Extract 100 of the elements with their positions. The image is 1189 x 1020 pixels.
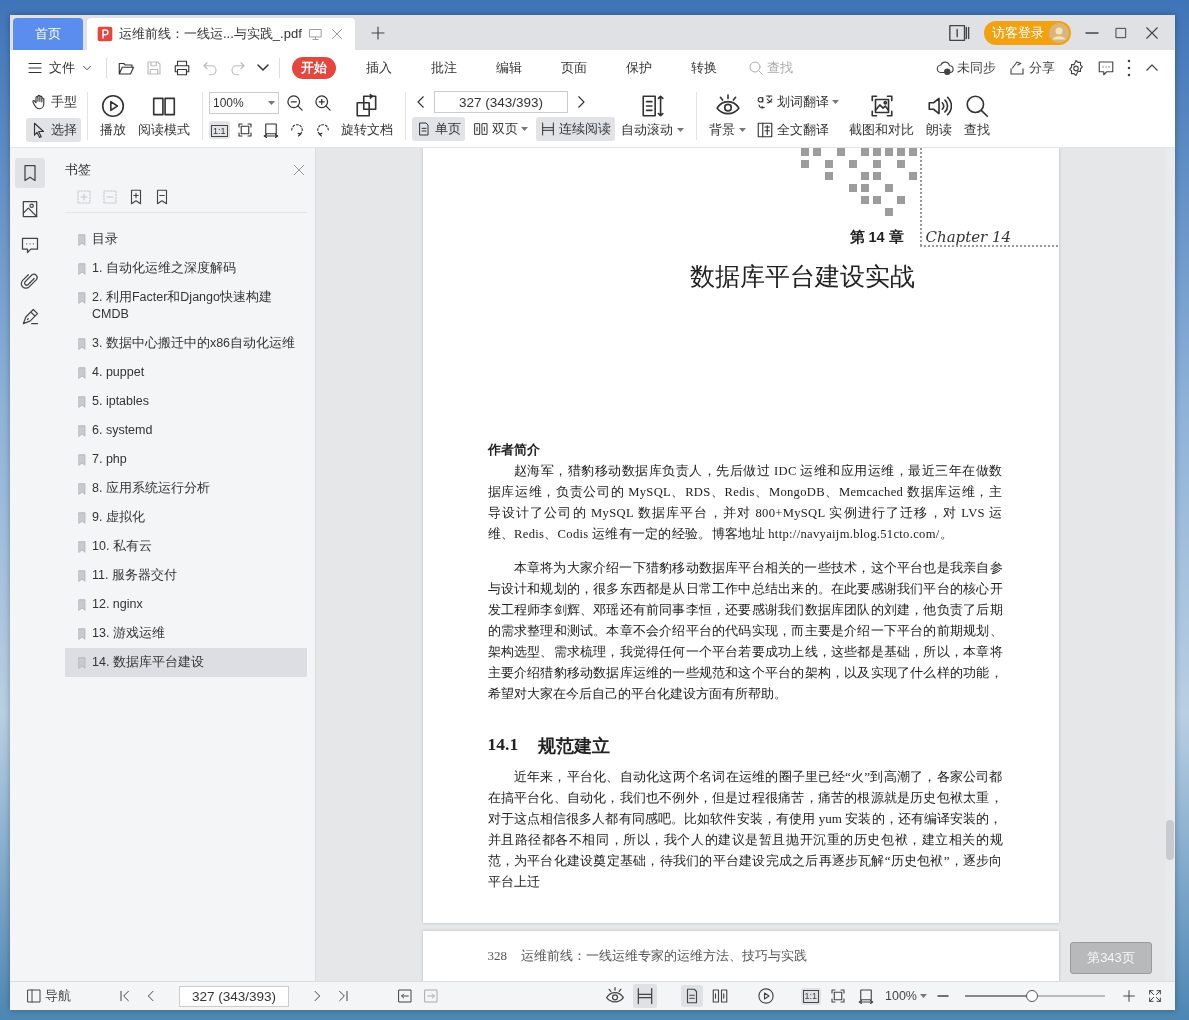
ribbon-tab[interactable]: 页面	[552, 56, 596, 79]
bookmark-icon	[75, 261, 89, 277]
scrollbar-thumb[interactable]	[1166, 820, 1174, 860]
bookmark-item[interactable]: 4. puppet	[65, 358, 307, 387]
close-panel-button[interactable]	[291, 162, 307, 178]
bookmark-icon	[75, 481, 89, 497]
single-page-button[interactable]	[680, 985, 703, 1007]
actual-size-button[interactable]: 1:1	[800, 987, 821, 1005]
bookmark-item[interactable]: 12. nginx	[65, 590, 307, 619]
double-page-button[interactable]: 双页	[469, 117, 532, 141]
continuous-reading-button[interactable]	[632, 984, 657, 1008]
bookmark-icon	[75, 452, 89, 468]
continuous-reading-button[interactable]: 连续阅读	[536, 117, 615, 141]
play-icon	[100, 93, 126, 119]
play-icon	[756, 987, 775, 1005]
back-button[interactable]	[395, 986, 415, 1006]
slider-thumb[interactable]	[1026, 990, 1039, 1002]
full-translate-button[interactable]: 全文翻译	[752, 118, 843, 142]
zoom-dropdown[interactable]: 100%	[883, 987, 929, 1005]
bookmark-item[interactable]: 9. 虚拟化	[65, 503, 307, 532]
find-button[interactable]: 查找	[958, 91, 996, 141]
fit-width-icon	[857, 987, 875, 1005]
sync-button[interactable]: 未同步	[936, 58, 996, 77]
bookmark-item[interactable]: 6. systemd	[65, 416, 307, 445]
bookmark-item[interactable]: 7. php	[65, 445, 307, 474]
ribbon-tab[interactable]: 编辑	[487, 56, 531, 79]
screenshot-icon	[868, 93, 895, 119]
more-icon	[1127, 58, 1131, 77]
background-button[interactable]: 背景	[703, 91, 752, 141]
read-aloud-button[interactable]: 朗读	[920, 91, 958, 141]
paperclip-icon	[20, 271, 40, 291]
select-tool-button[interactable]: 选择	[26, 118, 81, 142]
page-number-field[interactable]: 327 (343/393)	[434, 91, 568, 113]
screenshot-compare-button[interactable]: 截图和对比	[843, 91, 920, 141]
more-button[interactable]	[1127, 58, 1131, 77]
ribbon-tab[interactable]: 开始	[292, 56, 336, 79]
minus-icon	[937, 995, 949, 997]
subheading: 作者简介	[487, 441, 541, 459]
single-page-icon	[416, 121, 432, 137]
auto-scroll-button[interactable]: 自动滚动	[615, 91, 690, 141]
bookmark-icon	[75, 336, 89, 352]
bookmarks-button[interactable]	[15, 158, 45, 188]
word-translate-button[interactable]: 划词翻译	[752, 90, 843, 114]
bookmark-item[interactable]: 11. 服务器交付	[65, 561, 307, 590]
file-menu[interactable]: 文件	[22, 58, 98, 77]
panel-title: 书签	[65, 161, 91, 179]
zoom-out-icon	[285, 93, 305, 113]
print-icon	[173, 58, 191, 77]
bookmark-item[interactable]: 1. 自动化运维之深度解码	[65, 254, 307, 283]
bookmark-item[interactable]: 3. 数据中心搬迁中的x86自动化运维	[65, 329, 307, 358]
full-translate-icon	[756, 121, 774, 139]
pen-icon	[20, 307, 40, 327]
ribbon-tab[interactable]: 保护	[617, 56, 661, 79]
bookmark-item[interactable]: 8. 应用系统运行分析	[65, 474, 307, 503]
bookmark-icon	[75, 365, 89, 381]
fit-page-icon	[829, 987, 847, 1005]
chapter-title: 数据库平台建设实战	[689, 261, 915, 292]
dropdown-arrow-icon	[739, 128, 746, 133]
play-button[interactable]: 播放	[94, 91, 132, 141]
single-page-button[interactable]: 单页	[412, 117, 465, 141]
page-number-field[interactable]: 327 (343/393)	[179, 985, 289, 1007]
dropdown-button[interactable]	[255, 62, 271, 73]
save-icon	[145, 58, 163, 77]
ribbon-tab[interactable]: 插入	[357, 56, 401, 79]
settings-button[interactable]	[1067, 58, 1085, 77]
ribbon-tab[interactable]: 转换	[682, 56, 726, 79]
bookmark-item[interactable]: 目录	[65, 225, 307, 254]
dropdown-arrow-icon	[521, 126, 528, 132]
share-icon	[1008, 58, 1026, 77]
navigation-button[interactable]: 导航	[24, 985, 73, 1007]
zoom-dropdown[interactable]: 100%	[209, 92, 279, 114]
actual-size-button[interactable]: 1:1	[209, 121, 230, 139]
bookmark-item[interactable]: 5. iptables	[65, 387, 307, 416]
bookmark-item[interactable]: 14. 数据库平台建设	[65, 648, 307, 677]
comment-icon	[20, 235, 40, 255]
search-icon	[748, 59, 764, 76]
read-mode-button[interactable]: 阅读模式	[132, 91, 196, 141]
comment-icon	[1097, 58, 1115, 77]
dropdown-arrow-icon	[920, 993, 927, 999]
pdf-file-icon	[97, 26, 113, 42]
dropdown-arrow-icon	[832, 99, 839, 105]
bookmark-icon	[75, 597, 89, 613]
expand-icon	[75, 188, 93, 206]
hand-tool-button[interactable]: 手型	[26, 90, 81, 114]
feedback-button[interactable]	[1097, 58, 1115, 77]
document-tab[interactable]: 运维前线：一线运...与实践_.pdf	[87, 18, 355, 50]
bookmark-item[interactable]: 10. 私有云	[65, 532, 307, 561]
running-header: 运维前线：一线运维专家的运维方法、技巧与实践	[521, 947, 807, 965]
bookmark-item[interactable]: 2. 利用Facter和Django快速构建CMDB	[65, 283, 307, 329]
monitor-icon	[307, 26, 323, 42]
share-button[interactable]: 分享	[1008, 58, 1055, 77]
bookmark-item[interactable]: 13. 游戏运维	[65, 619, 307, 648]
author-bio: 赵海军，猎豹移动数据库负责人，先后做过 IDC 运维和应用运维，最近三年在做数据库运维，负责公司的 MySQL、RDS、Redis、MongoDB、Memcached 数据库运维，主导设计了公司的 MySQL 数据库平台，并对 800+MySQL 实例进行了迁移，对 LVS 运维、Redis、Codis 运维有一定的经验。博客地址 http://navyaijm.blog.51cto.com/。	[487, 463, 1003, 543]
double-page-icon	[710, 987, 729, 1005]
bookmark-icon	[75, 655, 89, 671]
minimize-icon	[1085, 31, 1099, 34]
bookmark-icon	[75, 539, 89, 555]
ribbon-tab[interactable]: 批注	[422, 56, 466, 79]
search-icon	[964, 93, 990, 119]
rotate-document-button[interactable]: 旋转文档	[335, 91, 399, 141]
